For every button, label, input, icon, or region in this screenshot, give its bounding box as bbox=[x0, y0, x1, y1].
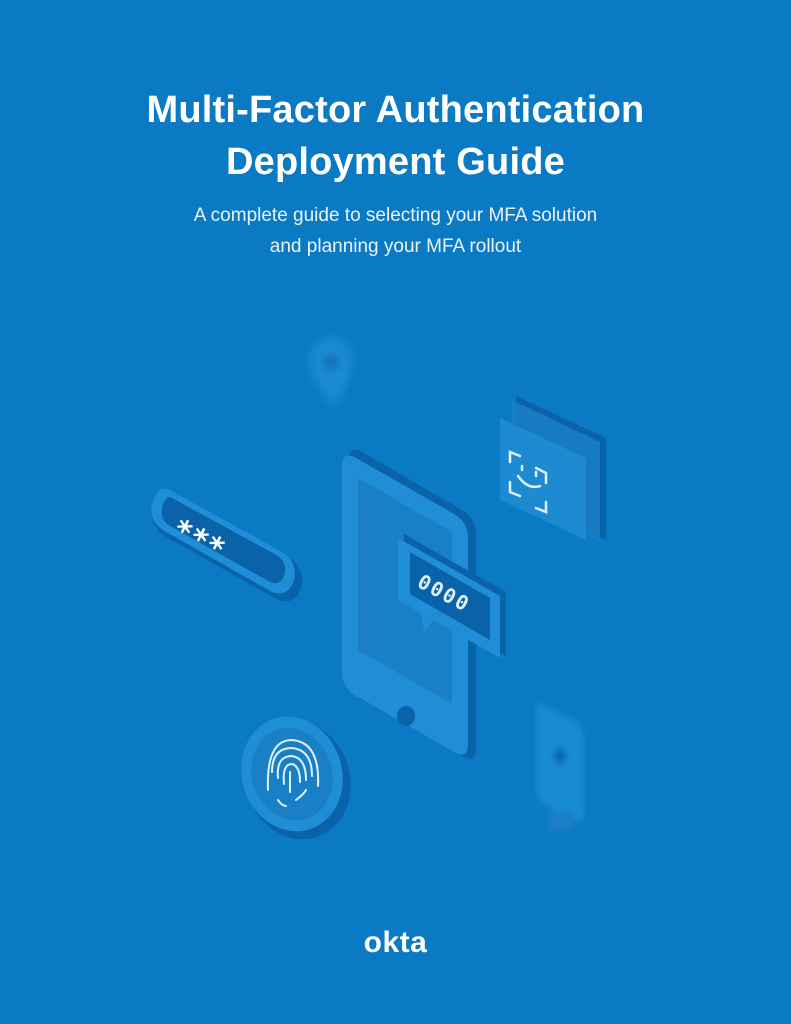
document-title: Multi-Factor Authentication Deployment G… bbox=[0, 84, 791, 188]
title-line-2: Deployment Guide bbox=[226, 141, 565, 183]
subtitle-line-1: A complete guide to selecting your MFA s… bbox=[193, 205, 598, 226]
password-field-icon: *** bbox=[151, 488, 303, 602]
document-cover: Multi-Factor Authentication Deployment G… bbox=[0, 0, 791, 1024]
subtitle-line-2: and planning your MFA rollout bbox=[269, 236, 522, 257]
security-key-icon bbox=[536, 704, 584, 830]
title-line-1: Multi-Factor Authentication bbox=[146, 89, 645, 131]
okta-logo: okta bbox=[363, 926, 428, 959]
face-id-icon bbox=[500, 396, 606, 542]
mfa-illustration: *** 0000 bbox=[151, 338, 606, 840]
location-pin-icon bbox=[309, 338, 352, 408]
fingerprint-icon bbox=[241, 716, 351, 840]
document-subtitle: A complete guide to selecting your MFA s… bbox=[0, 200, 791, 262]
